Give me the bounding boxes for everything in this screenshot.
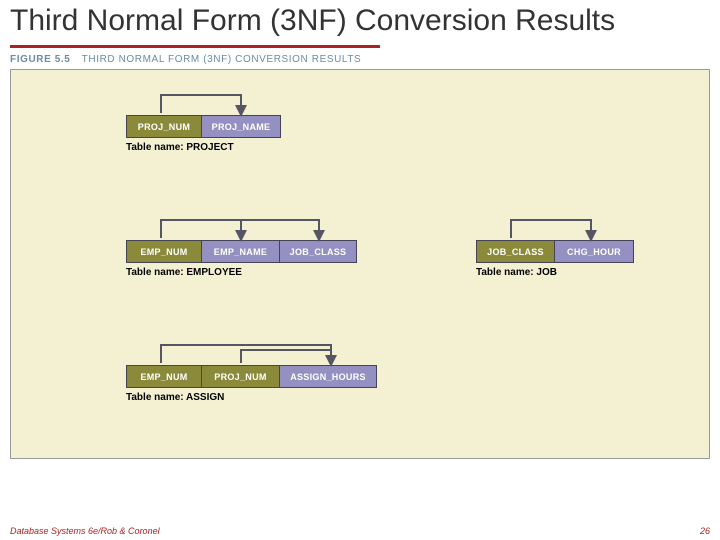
figure-number: FIGURE 5.5 [10,54,70,65]
col-assign-hours: ASSIGN_HOURS [279,365,377,388]
table-assign: EMP_NUM PROJ_NUM ASSIGN_HOURS Table name… [126,365,377,403]
diagram-box: PROJ_NUM PROJ_NAME Table name: PROJECT E… [10,69,710,459]
figure-caption: FIGURE 5.5 THIRD NORMAL FORM (3NF) CONVE… [10,52,710,69]
col-assign-proj-num: PROJ_NUM [201,365,279,388]
table-project: PROJ_NUM PROJ_NAME Table name: PROJECT [126,115,281,153]
col-job-class: JOB_CLASS [476,240,554,263]
col-proj-num: PROJ_NUM [126,115,201,138]
footer: Database Systems 6e/Rob & Coronel 26 [10,526,710,536]
label-project: Table name: PROJECT [126,142,281,153]
table-employee: EMP_NUM EMP_NAME JOB_CLASS Table name: E… [126,240,357,278]
table-job: JOB_CLASS CHG_HOUR Table name: JOB [476,240,634,278]
figure-wrap: FIGURE 5.5 THIRD NORMAL FORM (3NF) CONVE… [10,52,710,459]
col-proj-name: PROJ_NAME [201,115,281,138]
label-assign: Table name: ASSIGN [126,392,377,403]
label-job: Table name: JOB [476,267,634,278]
col-emp-num: EMP_NUM [126,240,201,263]
col-assign-emp-num: EMP_NUM [126,365,201,388]
col-chg-hour: CHG_HOUR [554,240,634,263]
title-underline [10,45,380,48]
label-employee: Table name: EMPLOYEE [126,267,357,278]
footer-left: Database Systems 6e/Rob & Coronel [10,526,160,536]
footer-page: 26 [700,526,710,536]
col-emp-name: EMP_NAME [201,240,279,263]
col-job-class-emp: JOB_CLASS [279,240,357,263]
figure-caption-text: THIRD NORMAL FORM (3NF) CONVERSION RESUL… [82,54,362,65]
slide-title: Third Normal Form (3NF) Conversion Resul… [0,0,720,45]
